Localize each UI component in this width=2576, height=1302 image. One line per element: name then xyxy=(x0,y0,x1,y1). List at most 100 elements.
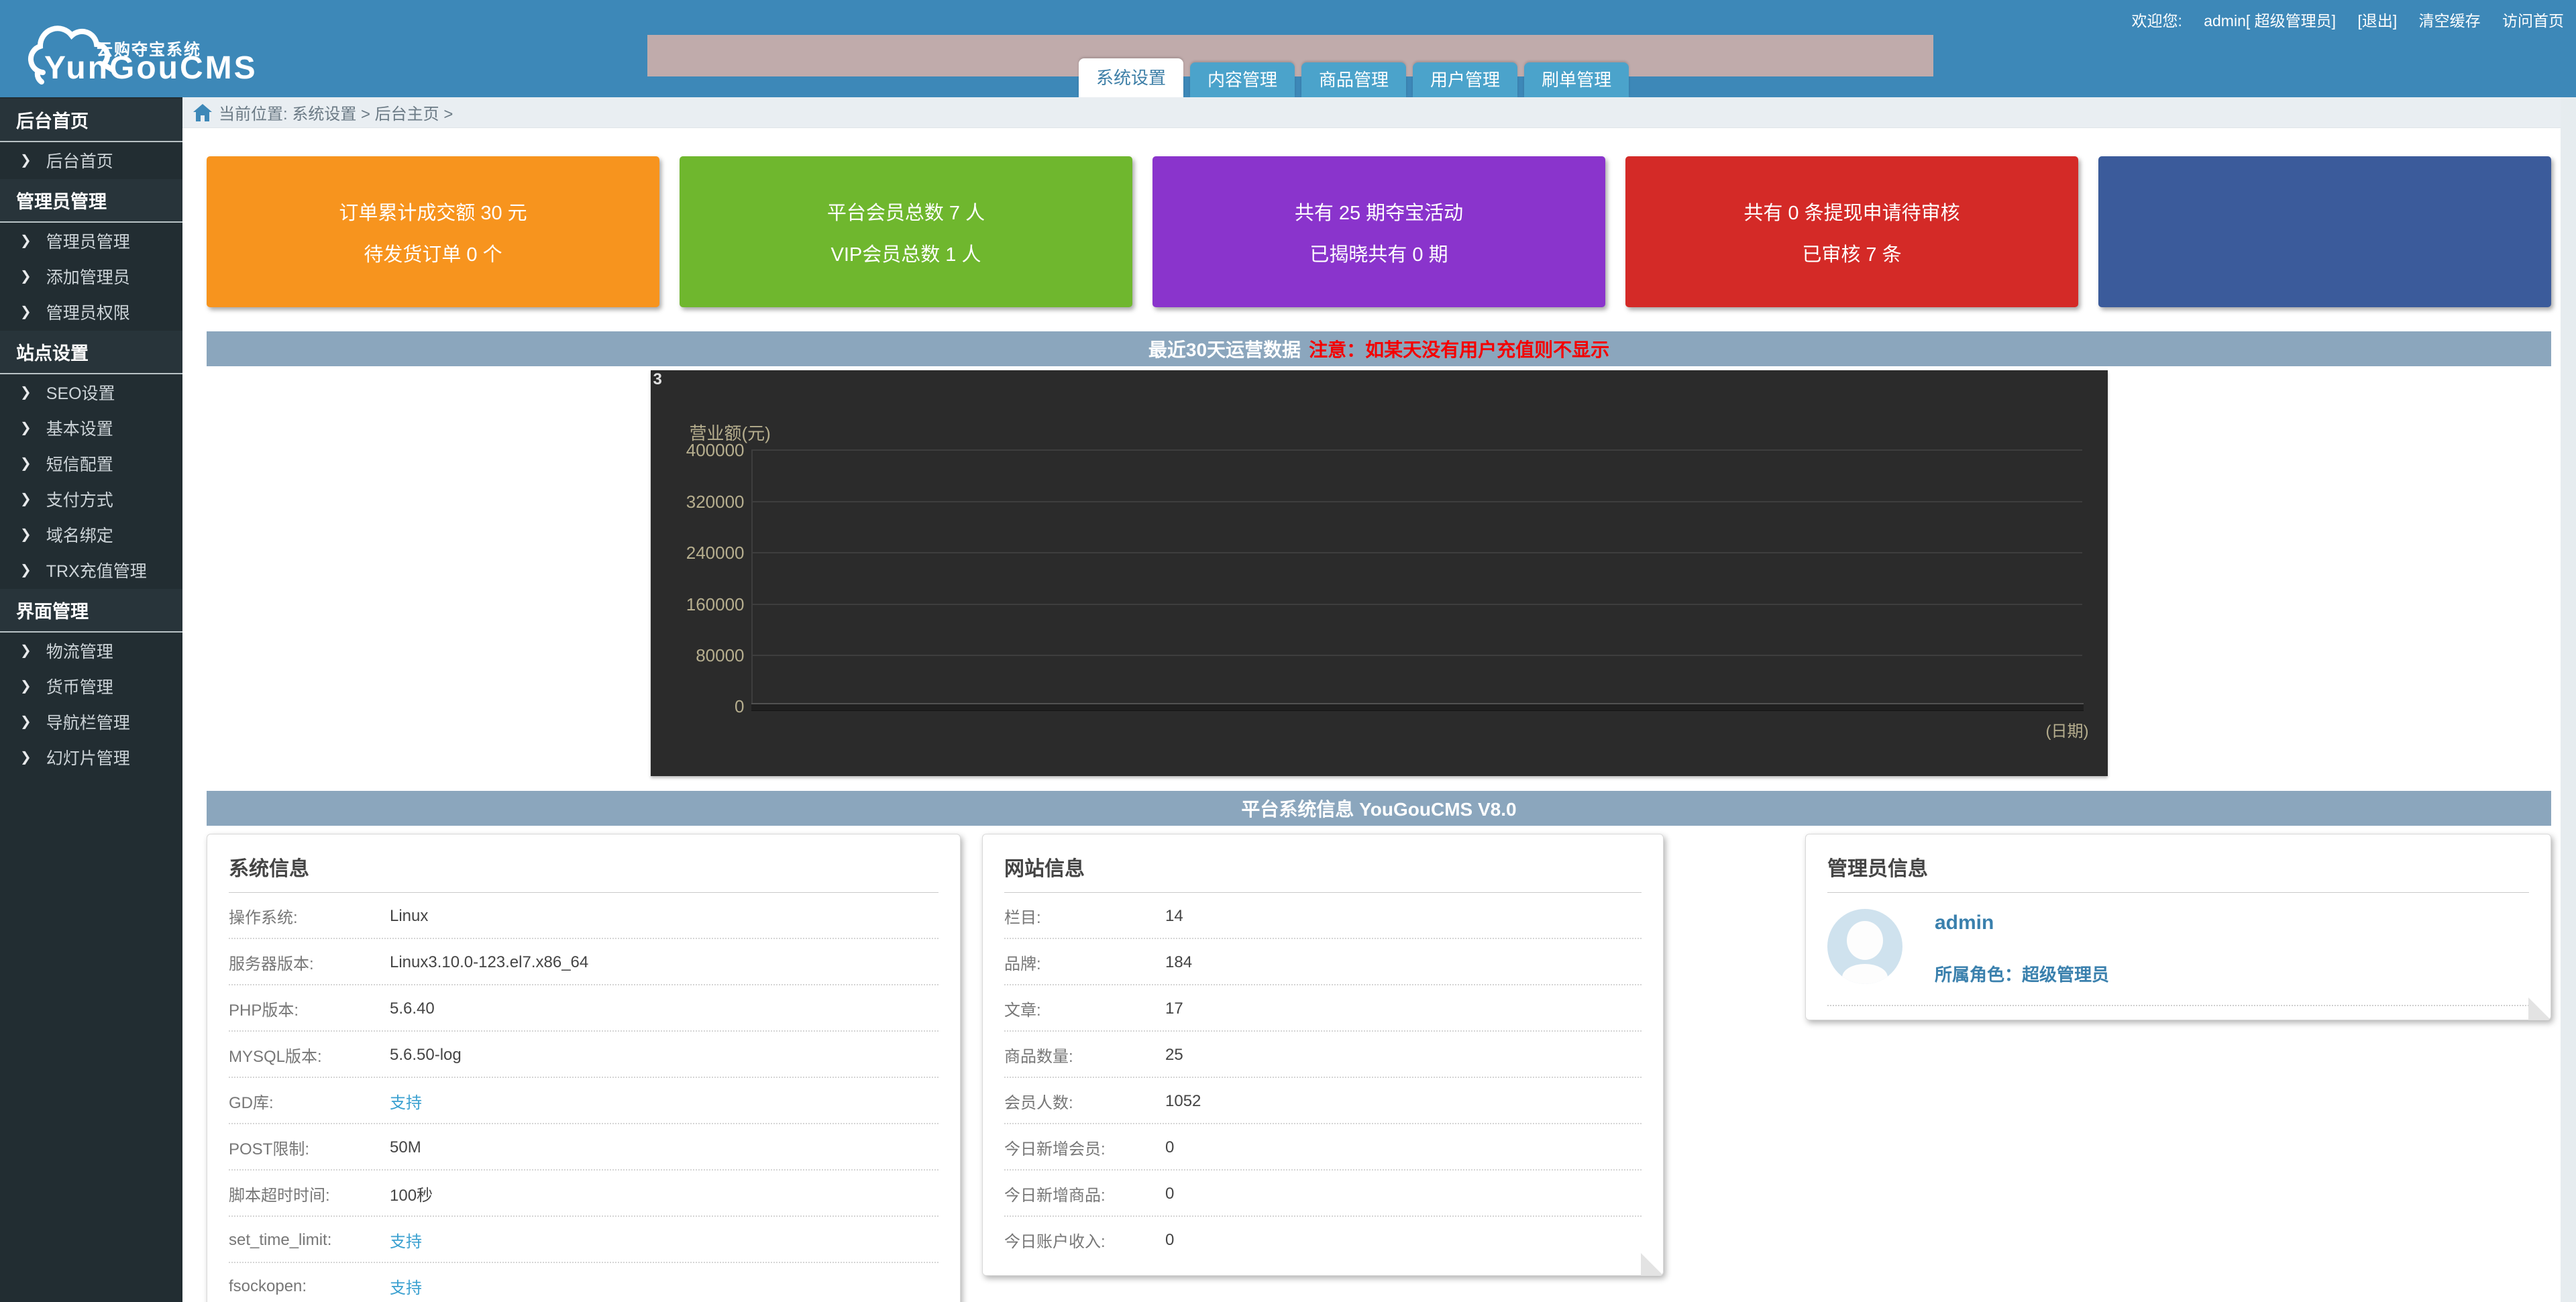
sidebar-item-label: 导航栏管理 xyxy=(46,710,130,734)
stat-orders: 订单累计成交额 30 元 待发货订单 0 个 xyxy=(207,156,659,307)
sidebar-item-logistics[interactable]: ❯ 物流管理 xyxy=(0,633,182,668)
sidebar-item-admin-management[interactable]: ❯ 管理员管理 xyxy=(0,223,182,258)
admin-role: 所属角色：超级管理员 xyxy=(1935,961,2109,986)
chevron-right-icon: ❯ xyxy=(20,232,32,249)
support-link[interactable]: 支持 xyxy=(390,1274,422,1298)
panel-title: 系统信息 xyxy=(229,852,938,893)
system-section-bar: 平台系统信息 YouGouCMS V8.0 xyxy=(207,791,2551,826)
sidebar-item-domain-binding[interactable]: ❯ 域名绑定 xyxy=(0,517,182,552)
sidebar-section-admin-mgmt: 管理员管理 xyxy=(0,179,182,223)
stat-empty xyxy=(2098,156,2551,307)
chevron-right-icon: ❯ xyxy=(20,561,32,578)
stat-line: 平台会员总数 7 人 xyxy=(827,197,985,225)
tab-content-management[interactable]: 内容管理 xyxy=(1190,62,1295,97)
chart-section-bar: 最近30天运营数据 注意：如某天没有用户充值则不显示 xyxy=(207,331,2551,366)
info-value: Linux3.10.0-123.el7.x86_64 xyxy=(390,953,588,972)
chevron-right-icon: ❯ xyxy=(20,526,32,543)
sidebar: 后台首页 ❯ 后台首页 管理员管理 ❯ 管理员管理 ❯ 添加管理员 ❯ 管理员权… xyxy=(0,97,182,1302)
chevron-right-icon: ❯ xyxy=(20,419,32,436)
breadcrumb: 当前位置: 系统设置 > 后台主页 > xyxy=(182,97,2576,128)
y-tick: 80000 xyxy=(651,645,2108,665)
y-tick: 400000 xyxy=(651,440,2108,460)
x-axis-title: (日期) xyxy=(2046,718,2089,741)
info-label: 今日账户收入: xyxy=(1004,1228,1165,1252)
stat-members: 平台会员总数 7 人 VIP会员总数 1 人 xyxy=(680,156,1132,307)
info-label: 商品数量: xyxy=(1004,1043,1165,1067)
sidebar-item-navbar[interactable]: ❯ 导航栏管理 xyxy=(0,704,182,739)
y-tick: 320000 xyxy=(651,492,2108,512)
avatar-head-shape xyxy=(1847,921,1883,960)
info-row: 脚本超时时间:100秒 xyxy=(229,1171,938,1217)
chevron-right-icon: ❯ xyxy=(20,303,32,320)
sidebar-item-label: 添加管理员 xyxy=(46,264,130,288)
stat-line: VIP会员总数 1 人 xyxy=(831,239,981,267)
stat-boxes: 订单累计成交额 30 元 待发货订单 0 个 平台会员总数 7 人 VIP会员总… xyxy=(207,156,2551,307)
sidebar-item-label: 域名绑定 xyxy=(46,523,113,547)
stat-line: 待发货订单 0 个 xyxy=(364,239,502,267)
info-value: 25 xyxy=(1165,1046,1183,1065)
info-row: 今日新增会员:0 xyxy=(1004,1124,1642,1171)
support-link[interactable]: 支持 xyxy=(390,1228,422,1252)
sidebar-item-home[interactable]: ❯ 后台首页 xyxy=(0,142,182,178)
stat-line: 共有 25 期夺宝活动 xyxy=(1295,197,1463,225)
sidebar-item-slideshow[interactable]: ❯ 幻灯片管理 xyxy=(0,739,182,775)
info-row: 会员人数:1052 xyxy=(1004,1078,1642,1124)
info-label: set_time_limit: xyxy=(229,1231,390,1250)
main-content: 当前位置: 系统设置 > 后台主页 > 订单累计成交额 30 元 待发货订单 0… xyxy=(182,97,2576,1302)
info-label: 服务器版本: xyxy=(229,951,390,974)
info-row: 商品数量:25 xyxy=(1004,1032,1642,1078)
system-info-panel: 系统信息 操作系统:Linux 服务器版本:Linux3.10.0-123.el… xyxy=(207,834,961,1302)
info-value: 1052 xyxy=(1165,1092,1201,1111)
info-label: 今日新增会员: xyxy=(1004,1136,1165,1159)
sidebar-item-sms-config[interactable]: ❯ 短信配置 xyxy=(0,445,182,481)
logout-link[interactable]: [退出] xyxy=(2357,12,2397,30)
support-link[interactable]: 支持 xyxy=(390,1089,422,1113)
sidebar-item-admin-permissions[interactable]: ❯ 管理员权限 xyxy=(0,294,182,329)
sidebar-item-label: 幻灯片管理 xyxy=(46,745,130,769)
current-user: admin[ 超级管理员] xyxy=(2204,12,2336,30)
logo-title: YunGouCMS xyxy=(44,50,258,87)
info-row: PHP版本:5.6.40 xyxy=(229,985,938,1032)
sidebar-item-label: SEO设置 xyxy=(46,380,115,404)
info-label: fsockopen: xyxy=(229,1277,390,1296)
info-row: MYSQL版本:5.6.50-log xyxy=(229,1032,938,1078)
stat-withdrawals: 共有 0 条提现申请待审核 已审核 7 条 xyxy=(1625,156,2078,307)
stat-activities: 共有 25 期夺宝活动 已揭晓共有 0 期 xyxy=(1152,156,1605,307)
chevron-right-icon: ❯ xyxy=(20,749,32,765)
sidebar-item-basic-settings[interactable]: ❯ 基本设置 xyxy=(0,410,182,445)
admin-username-link[interactable]: admin xyxy=(1935,912,2109,934)
tab-user-management[interactable]: 用户管理 xyxy=(1413,62,1517,97)
welcome-label: 欢迎您: xyxy=(2131,12,2182,30)
chart-title: 最近30天运营数据 xyxy=(1148,335,1301,362)
info-value: 0 xyxy=(1165,1138,1174,1157)
chevron-right-icon: ❯ xyxy=(20,713,32,730)
info-row: 栏目:14 xyxy=(1004,893,1642,939)
sidebar-item-currency[interactable]: ❯ 货币管理 xyxy=(0,668,182,704)
sidebar-item-label: 短信配置 xyxy=(46,451,113,476)
main-tabs: 系统设置 内容管理 商品管理 用户管理 刷单管理 xyxy=(1079,58,1635,97)
info-row: 品牌:184 xyxy=(1004,939,1642,985)
info-value: 50M xyxy=(390,1138,421,1157)
chevron-right-icon: ❯ xyxy=(20,677,32,694)
info-value: 0 xyxy=(1165,1231,1174,1250)
chevron-right-icon: ❯ xyxy=(20,384,32,400)
sidebar-item-trx-recharge[interactable]: ❯ TRX充值管理 xyxy=(0,552,182,588)
tab-order-brush-management[interactable]: 刷单管理 xyxy=(1524,62,1629,97)
visit-site-link[interactable]: 访问首页 xyxy=(2502,12,2564,30)
sidebar-item-seo-settings[interactable]: ❯ SEO设置 xyxy=(0,374,182,410)
logo: 云购夺宝系统 YunGouCMS xyxy=(17,5,393,93)
info-row: 服务器版本:Linux3.10.0-123.el7.x86_64 xyxy=(229,939,938,985)
info-row: 文章:17 xyxy=(1004,985,1642,1032)
tab-product-management[interactable]: 商品管理 xyxy=(1301,62,1406,97)
sidebar-item-label: TRX充值管理 xyxy=(46,558,147,582)
tab-system-settings[interactable]: 系统设置 xyxy=(1079,58,1183,97)
x-axis-line xyxy=(751,703,2084,711)
sidebar-item-add-admin[interactable]: ❯ 添加管理员 xyxy=(0,258,182,294)
avatar xyxy=(1827,909,1902,984)
clear-cache-link[interactable]: 清空缓存 xyxy=(2419,12,2481,30)
info-value: 184 xyxy=(1165,953,1192,972)
sidebar-item-payment-methods[interactable]: ❯ 支付方式 xyxy=(0,481,182,517)
panel-title: 网站信息 xyxy=(1004,852,1642,893)
header: 云购夺宝系统 YunGouCMS 欢迎您: admin[ 超级管理员] [退出]… xyxy=(0,0,2576,97)
info-label: 脚本超时时间: xyxy=(229,1182,390,1205)
